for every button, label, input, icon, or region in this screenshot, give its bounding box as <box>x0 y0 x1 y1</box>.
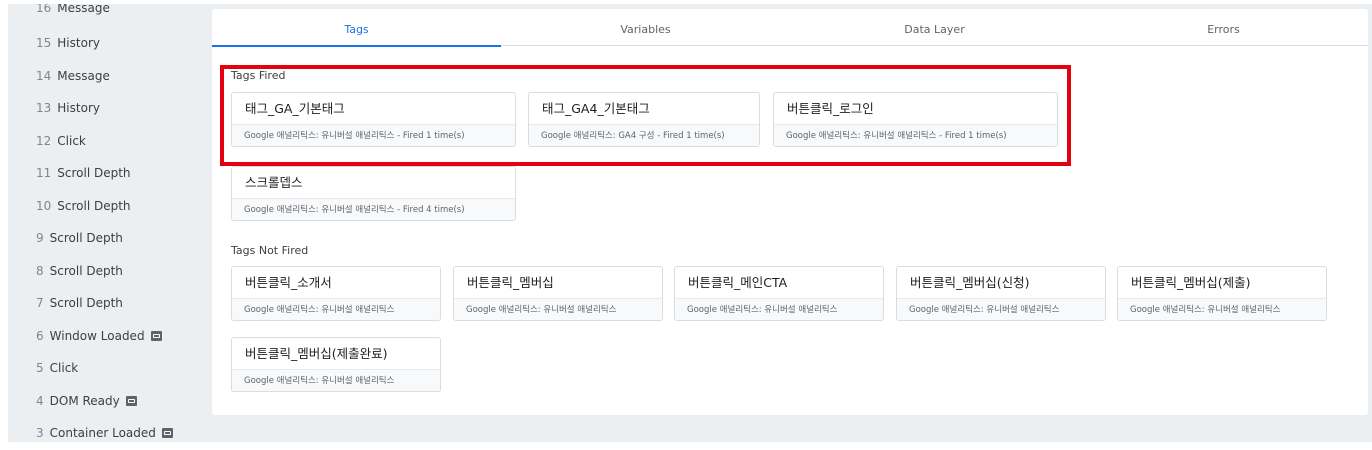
event-label: Message <box>57 69 110 83</box>
tag-card-not-fired[interactable]: 버튼클릭_소개서 Google 애널리틱스: 유니버설 애널리틱스 <box>231 266 441 321</box>
tag-description: Google 애널리틱스: 유니버설 애널리틱스 <box>675 298 883 320</box>
tag-name: 버튼클릭_멤버십 <box>467 275 554 290</box>
tag-description: Google 애널리틱스: 유니버설 애널리틱스 <box>232 298 440 320</box>
event-number: 10 <box>36 199 52 213</box>
tags-fired-heading: Tags Fired <box>231 69 286 82</box>
sidebar-item-click-12[interactable]: 12 Click <box>36 131 86 151</box>
tag-card-fired[interactable]: 태그_GA4_기본태그 Google 애널리틱스: GA4 구성 - Fired… <box>528 92 760 147</box>
sidebar-item-container-loaded-3[interactable]: 3 Container Loaded <box>36 423 173 442</box>
sidebar-item-message-16[interactable]: 16 Message <box>36 4 110 18</box>
event-number: 13 <box>36 101 52 115</box>
sidebar-item-scroll-depth-7[interactable]: 7 Scroll Depth <box>36 293 123 313</box>
tag-description: Google 애널리틱스: 유니버설 애널리틱스 <box>1118 298 1326 320</box>
sidebar-item-window-loaded-6[interactable]: 6 Window Loaded <box>36 326 162 346</box>
event-label: Scroll Depth <box>57 166 131 180</box>
event-timeline-sidebar: 16 Message 15 History 14 Message 13 History … <box>8 4 208 442</box>
gtm-event-icon <box>125 395 137 406</box>
sidebar-item-dom-ready-4[interactable]: 4 DOM Ready <box>36 391 137 411</box>
event-number: 6 <box>36 329 44 343</box>
tag-card-not-fired[interactable]: 버튼클릭_멤버십(제출) Google 애널리틱스: 유니버설 애널리틱스 <box>1117 266 1327 321</box>
event-label: Scroll Depth <box>49 296 123 310</box>
sidebar-item-message-14[interactable]: 14 Message <box>36 66 110 86</box>
sidebar-item-scroll-depth-11[interactable]: 11 Scroll Depth <box>36 163 131 183</box>
tag-name: 버튼클릭_소개서 <box>245 275 332 290</box>
tag-description: Google 애널리틱스: 유니버설 애널리틱스 - Fired 1 time(… <box>774 124 1057 146</box>
tag-card-fired[interactable]: 태그_GA_기본태그 Google 애널리틱스: 유니버설 애널리틱스 - Fi… <box>231 92 516 147</box>
tag-name: 버튼클릭_멤버십(제출) <box>1131 275 1251 290</box>
tag-name: 스크롤뎁스 <box>245 175 303 190</box>
event-label: Scroll Depth <box>49 264 123 278</box>
sidebar-item-history-15[interactable]: 15 History <box>36 33 100 53</box>
event-number: 9 <box>36 231 44 245</box>
tag-name: 태그_GA_기본태그 <box>245 101 345 116</box>
event-number: 11 <box>36 166 52 180</box>
tab-data-layer[interactable]: Data Layer <box>790 9 1079 46</box>
event-number: 4 <box>36 394 44 408</box>
sidebar-item-history-13[interactable]: 13 History <box>36 98 100 118</box>
tags-not-fired-heading: Tags Not Fired <box>231 244 309 257</box>
event-label: Scroll Depth <box>57 199 131 213</box>
tag-card-fired[interactable]: 스크롤뎁스 Google 애널리틱스: 유니버설 애널리틱스 - Fired 4… <box>231 166 516 221</box>
tag-name: 버튼클릭_로그인 <box>787 101 874 116</box>
event-number: 8 <box>36 264 44 278</box>
event-label: History <box>57 36 100 50</box>
tag-name: 태그_GA4_기본태그 <box>542 101 650 116</box>
event-label: Scroll Depth <box>49 231 123 245</box>
tag-description: Google 애널리틱스: 유니버설 애널리틱스 <box>454 298 662 320</box>
event-label: Window Loaded <box>49 329 145 343</box>
tag-card-not-fired[interactable]: 버튼클릭_메인CTA Google 애널리틱스: 유니버설 애널리틱스 <box>674 266 884 321</box>
event-label: Click <box>49 361 79 375</box>
tab-variables[interactable]: Variables <box>501 9 790 46</box>
tag-card-not-fired[interactable]: 버튼클릭_멤버십 Google 애널리틱스: 유니버설 애널리틱스 <box>453 266 663 321</box>
tag-description: Google 애널리틱스: 유니버설 애널리틱스 <box>897 298 1105 320</box>
tag-name: 버튼클릭_메인CTA <box>688 275 788 290</box>
event-number: 5 <box>36 361 44 375</box>
event-label: Click <box>57 134 86 148</box>
tag-card-not-fired[interactable]: 버튼클릭_멤버십(제출완료) Google 애널리틱스: 유니버설 애널리틱스 <box>231 337 441 392</box>
event-number: 3 <box>36 426 44 440</box>
tag-name: 버튼클릭_멤버십(제출완료) <box>245 346 388 361</box>
sidebar-item-scroll-depth-9[interactable]: 9 Scroll Depth <box>36 228 123 248</box>
tag-description: Google 애널리틱스: 유니버설 애널리틱스 <box>232 369 440 391</box>
tag-description: Google 애널리틱스: GA4 구성 - Fired 1 time(s) <box>529 124 759 146</box>
event-label: Message <box>57 4 110 15</box>
tab-tags[interactable]: Tags <box>212 9 501 47</box>
event-number: 15 <box>36 36 52 50</box>
gtm-event-icon <box>150 330 162 341</box>
sidebar-item-click-5[interactable]: 5 Click <box>36 358 78 378</box>
event-number: 14 <box>36 69 52 83</box>
event-label: DOM Ready <box>49 394 120 408</box>
event-number: 7 <box>36 296 44 310</box>
tag-name: 버튼클릭_멤버십(신청) <box>910 275 1030 290</box>
event-label: Container Loaded <box>49 426 156 440</box>
gtm-event-icon <box>161 427 173 438</box>
event-number: 12 <box>36 134 52 148</box>
tag-description: Google 애널리틱스: 유니버설 애널리틱스 - Fired 4 time(… <box>232 198 515 220</box>
event-number: 16 <box>36 4 52 15</box>
tag-assistant-panel: Tags Variables Data Layer Errors Tags Fi… <box>212 9 1368 415</box>
tag-card-not-fired[interactable]: 버튼클릭_멤버십(신청) Google 애널리틱스: 유니버설 애널리틱스 <box>896 266 1106 321</box>
tag-description: Google 애널리틱스: 유니버설 애널리틱스 - Fired 1 time(… <box>232 124 515 146</box>
tab-bar: Tags Variables Data Layer Errors <box>212 9 1368 47</box>
sidebar-item-scroll-depth-8[interactable]: 8 Scroll Depth <box>36 261 123 281</box>
sidebar-item-scroll-depth-10[interactable]: 10 Scroll Depth <box>36 196 131 216</box>
tab-errors[interactable]: Errors <box>1079 9 1368 46</box>
event-label: History <box>57 101 100 115</box>
tag-card-fired[interactable]: 버튼클릭_로그인 Google 애널리틱스: 유니버설 애널리틱스 - Fire… <box>773 92 1058 147</box>
